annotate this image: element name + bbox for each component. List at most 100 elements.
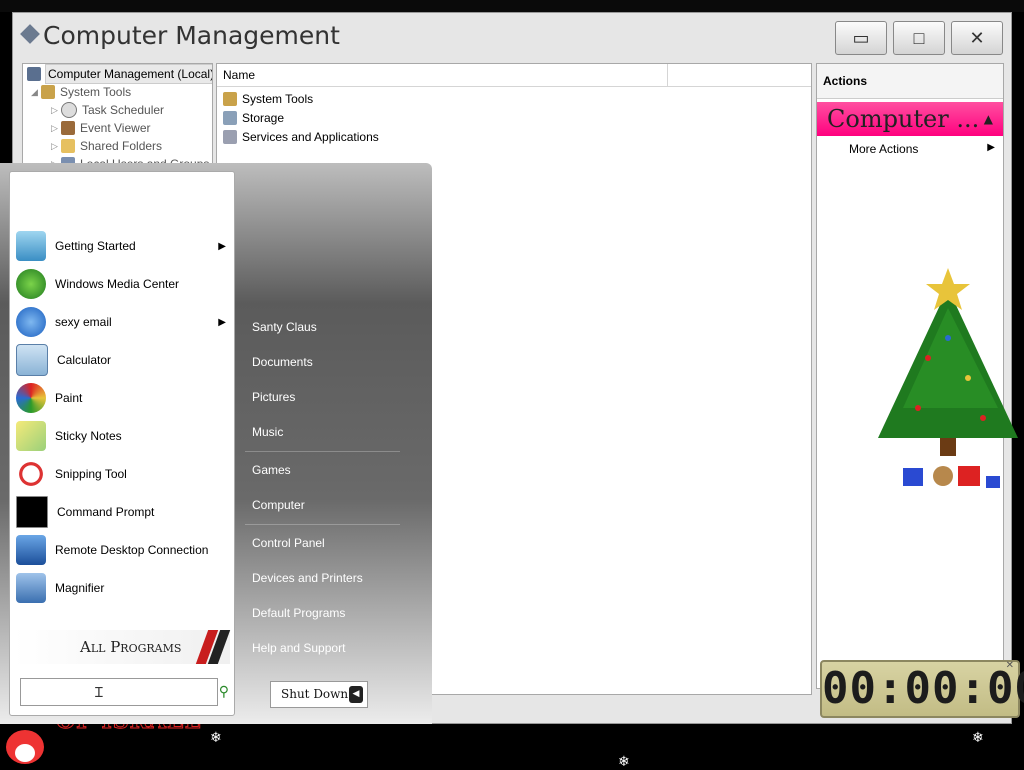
start-item-devices-printers[interactable]: Devices and Printers xyxy=(252,571,363,585)
expand-icon[interactable]: ◢ xyxy=(31,83,41,101)
actions-section-label: Computer ... xyxy=(827,105,980,133)
close-button[interactable]: ✕ xyxy=(951,21,1003,55)
command-prompt-icon xyxy=(16,496,48,528)
column-separator[interactable] xyxy=(667,64,668,86)
more-actions-link[interactable]: More Actions xyxy=(849,142,918,156)
snipping-tool-icon xyxy=(16,459,46,489)
tree-item-event-viewer[interactable]: ▷ Event Viewer xyxy=(51,119,150,137)
tools-icon xyxy=(41,85,55,99)
ornament xyxy=(925,355,931,361)
clock-gadget[interactable]: 00:00:00 ✕ xyxy=(820,660,1024,718)
program-paint[interactable]: Paint xyxy=(16,380,230,416)
start-item-user[interactable]: Santy Claus xyxy=(252,320,317,334)
search-icon[interactable]: ⚲ xyxy=(219,683,229,700)
start-item-default-programs[interactable]: Default Programs xyxy=(252,606,345,620)
computer-management-icon xyxy=(20,24,40,44)
tree-trunk xyxy=(940,438,956,456)
start-item-computer[interactable]: Computer xyxy=(252,498,305,512)
tree-item-label: Computer Management (Local) xyxy=(44,64,212,84)
tree-item-shared-folders[interactable]: ▷ Shared Folders xyxy=(51,137,162,155)
expand-icon[interactable]: ▷ xyxy=(51,119,61,137)
email-icon xyxy=(16,307,46,337)
snowflake-icon: ❄ xyxy=(210,730,222,746)
search-input[interactable]: Ɪ ⚲ xyxy=(20,678,229,706)
close-icon: ✕ xyxy=(969,27,985,48)
shared-folder-icon xyxy=(61,139,75,153)
list-item-label: Services and Applications xyxy=(242,129,379,144)
paint-icon xyxy=(16,383,46,413)
magnifier-icon xyxy=(16,573,46,603)
media-center-icon xyxy=(16,269,46,299)
text-cursor-icon: Ɪ xyxy=(95,684,103,700)
expand-icon[interactable]: ▷ xyxy=(51,137,61,155)
tree-item-system-tools[interactable]: ◢ System Tools xyxy=(31,83,131,101)
list-item-label: System Tools xyxy=(242,91,314,106)
program-command-prompt[interactable]: Command Prompt xyxy=(16,494,230,530)
window-title: Computer Management xyxy=(43,21,340,50)
start-item-pictures[interactable]: Pictures xyxy=(252,390,295,404)
gift-box xyxy=(986,476,1000,488)
calculator-icon xyxy=(16,344,48,376)
shut-down-button[interactable]: Shut Down ◀ xyxy=(270,681,368,708)
clock-time: 00:00:00 xyxy=(822,663,1024,714)
santa-icon[interactable] xyxy=(6,730,44,764)
start-menu: Getting Started ▶ Windows Media Center s… xyxy=(0,163,432,724)
ornament xyxy=(980,415,986,421)
list-item[interactable]: System Tools xyxy=(223,89,313,108)
gift-box xyxy=(903,468,923,486)
christmas-tree-gadget[interactable] xyxy=(848,268,1024,498)
column-header-name[interactable]: Name xyxy=(223,68,255,82)
list-item[interactable]: Services and Applications xyxy=(223,127,379,146)
close-icon[interactable]: ✕ xyxy=(1006,660,1015,672)
program-snipping-tool[interactable]: Snipping Tool xyxy=(16,456,230,492)
tree-item-label: Event Viewer xyxy=(80,121,151,135)
collapse-icon[interactable]: ▲ xyxy=(984,102,993,136)
tree-item-root[interactable]: Computer Management (Local) xyxy=(27,64,212,84)
submenu-arrow-icon: ▶ xyxy=(218,240,226,252)
program-label: Sticky Notes xyxy=(55,429,122,443)
all-programs-label: All Programs xyxy=(80,638,182,656)
actions-section-computer[interactable]: Computer ... ▲ xyxy=(817,102,1003,136)
ornament xyxy=(945,335,951,341)
program-label: Magnifier xyxy=(55,581,105,595)
program-label: Remote Desktop Connection xyxy=(55,543,209,557)
program-calculator[interactable]: Calculator xyxy=(16,342,230,378)
desktop-top xyxy=(0,0,1024,12)
tree-item-label: Task Scheduler xyxy=(82,103,165,117)
program-sticky-notes[interactable]: Sticky Notes xyxy=(16,418,230,454)
program-remote-desktop[interactable]: Remote Desktop Connection xyxy=(16,532,230,568)
sticky-notes-icon xyxy=(16,421,46,451)
program-email[interactable]: sexy email ▶ xyxy=(16,304,230,340)
program-media-center[interactable]: Windows Media Center xyxy=(16,266,230,302)
event-viewer-icon xyxy=(61,121,75,135)
all-programs-button[interactable]: All Programs xyxy=(14,630,231,664)
clock-icon xyxy=(61,102,77,118)
start-item-help-support[interactable]: Help and Support xyxy=(252,641,345,655)
snowflake-icon: ❄ xyxy=(972,730,984,746)
maximize-button[interactable]: □ xyxy=(893,21,945,55)
storage-icon xyxy=(223,110,237,125)
services-icon xyxy=(223,129,237,144)
list-header: Name xyxy=(217,64,811,87)
expand-icon[interactable]: ▷ xyxy=(51,101,61,119)
minimize-icon: ▭ xyxy=(852,27,870,48)
list-item[interactable]: Storage xyxy=(223,108,284,127)
shut-down-options-icon[interactable]: ◀ xyxy=(349,686,363,703)
getting-started-icon xyxy=(16,231,46,261)
start-item-documents[interactable]: Documents xyxy=(252,355,313,369)
gift-box xyxy=(958,466,980,486)
program-label: Snipping Tool xyxy=(55,467,127,481)
minimize-button[interactable]: ▭ xyxy=(835,21,887,55)
start-item-music[interactable]: Music xyxy=(252,425,283,439)
start-item-control-panel[interactable]: Control Panel xyxy=(252,536,325,550)
program-magnifier[interactable]: Magnifier xyxy=(16,570,230,606)
program-getting-started[interactable]: Getting Started ▶ xyxy=(16,228,230,264)
start-item-games[interactable]: Games xyxy=(252,463,291,477)
chevron-right-icon: ▶ xyxy=(987,142,995,153)
program-label: Getting Started xyxy=(55,239,136,253)
program-label: Calculator xyxy=(57,353,112,367)
tree-item-task-scheduler[interactable]: ▷ Task Scheduler xyxy=(51,101,164,119)
list-item-label: Storage xyxy=(242,110,285,125)
ornament xyxy=(915,405,921,411)
tree-item-label: Shared Folders xyxy=(80,139,163,153)
